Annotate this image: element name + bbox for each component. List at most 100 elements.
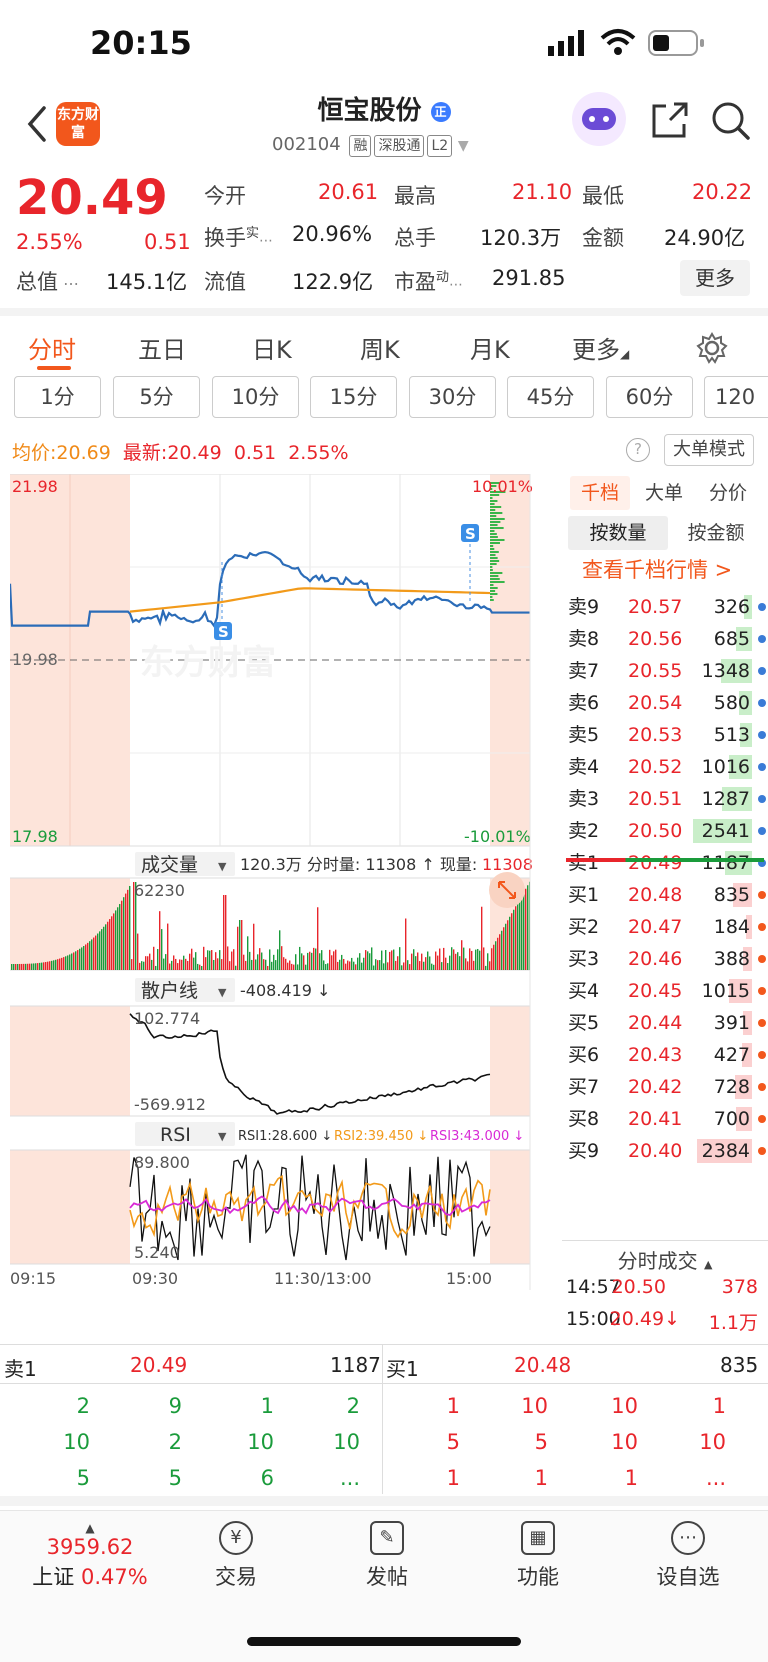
volume-bar xyxy=(275,960,277,970)
volume-bar xyxy=(287,962,289,970)
volume-bar xyxy=(243,954,245,970)
volume-bar xyxy=(479,950,481,970)
intraday-chart[interactable]: 东方财富 S S 21.98 19.98 17.98 10.01% -10.01… xyxy=(8,473,562,1324)
more-button[interactable]: 更多 xyxy=(680,260,750,296)
search-icon[interactable] xyxy=(710,100,752,142)
svg-text:S: S xyxy=(465,525,476,543)
big-order-mode-button[interactable]: 大单模式 xyxy=(664,434,754,466)
level-price: 20.43 xyxy=(628,1044,683,1066)
level-label: 买4 xyxy=(568,980,600,1002)
index-ticker[interactable]: ▲ 3959.62 上证 0.47% xyxy=(20,1521,160,1591)
svg-text:▼: ▼ xyxy=(218,860,227,873)
period-15min[interactable]: 15分 xyxy=(310,376,397,418)
robot-avatar-icon[interactable] xyxy=(572,92,626,146)
volume-bar xyxy=(53,960,55,970)
sell1-price: 20.49 xyxy=(130,1353,188,1377)
volume-bar xyxy=(447,963,449,970)
svg-text:▼: ▼ xyxy=(218,986,227,999)
volume-bar xyxy=(15,963,17,970)
view-1000-levels-link[interactable]: 查看千档行情 > xyxy=(582,554,732,584)
depth-bar xyxy=(490,542,500,544)
volume-bar xyxy=(357,957,359,970)
depth-bar xyxy=(490,545,494,547)
volume-bar xyxy=(273,954,275,970)
tab-monthly-k[interactable]: 月K xyxy=(470,330,510,365)
depth-bar xyxy=(490,599,494,601)
index-name: 上证 xyxy=(32,1565,75,1589)
volume-bar xyxy=(335,949,337,970)
tab-intraday[interactable]: 分时 xyxy=(28,330,76,365)
period-45min[interactable]: 45分 xyxy=(507,376,594,418)
volume-bar xyxy=(311,952,313,970)
signal-s-top-icon[interactable]: S xyxy=(461,524,479,543)
level-price: 20.54 xyxy=(628,692,683,714)
depth-bar xyxy=(490,521,501,523)
volume-bar xyxy=(117,907,119,970)
tab-daily-k[interactable]: 日K xyxy=(252,330,292,365)
tag-l2: L2 xyxy=(427,135,453,157)
tab-big-orders[interactable]: 大单 xyxy=(642,476,686,510)
volume-bar xyxy=(497,937,499,970)
help-icon[interactable]: ? xyxy=(626,438,650,462)
volume-label: 总手 xyxy=(394,226,436,250)
level-price: 20.42 xyxy=(628,1076,683,1098)
low-label: 最低 xyxy=(582,184,624,208)
period-120min[interactable]: 120分 xyxy=(704,376,768,418)
level-dot xyxy=(758,667,766,675)
nav-post[interactable]: ✎ 发帖 xyxy=(327,1521,447,1591)
period-1min[interactable]: 1分 xyxy=(14,376,101,418)
level-dot xyxy=(758,731,766,739)
level-volume: 427 xyxy=(713,1044,750,1066)
by-amount-tab[interactable]: 按金额 xyxy=(666,516,766,550)
index-value: 3959.62 xyxy=(46,1535,134,1559)
depth-bar xyxy=(490,536,498,538)
volume-bar xyxy=(169,963,171,970)
volume-bar xyxy=(457,952,459,970)
period-5min[interactable]: 5分 xyxy=(113,376,200,418)
period-60min[interactable]: 60分 xyxy=(606,376,693,418)
share-icon[interactable] xyxy=(650,100,690,140)
tab-more[interactable]: 更多◢ xyxy=(572,330,629,365)
volume-bar xyxy=(441,962,443,970)
sell1-label: 卖1 xyxy=(4,1357,37,1381)
volume-bar xyxy=(271,961,273,970)
amount-label: 金额 xyxy=(582,226,624,250)
settings-icon[interactable] xyxy=(696,332,728,364)
depth-bar xyxy=(490,518,505,520)
by-quantity-tab[interactable]: 按数量 xyxy=(568,516,668,550)
level-price: 20.44 xyxy=(628,1012,683,1034)
tab-price-dist[interactable]: 分价 xyxy=(706,476,750,510)
tab-5day[interactable]: 五日 xyxy=(138,330,186,365)
volume-bar xyxy=(327,963,329,970)
caret-down-icon[interactable]: ▼ xyxy=(458,138,469,154)
depth-bar xyxy=(490,548,495,550)
nav-trade[interactable]: ¥ 交易 xyxy=(176,1521,296,1591)
trades-title[interactable]: 分时成交 ▲ xyxy=(562,1240,768,1273)
sell1-volume: 1187 xyxy=(330,1353,381,1377)
queue-cell: 10 xyxy=(333,1430,360,1454)
nav-functions[interactable]: ▦ 功能 xyxy=(478,1521,598,1591)
volume-bar xyxy=(323,960,325,970)
volume-bar xyxy=(393,949,395,970)
level-price: 20.41 xyxy=(628,1108,683,1130)
period-10min[interactable]: 10分 xyxy=(212,376,299,418)
bid-row: 买6 20.43 427 xyxy=(568,1038,768,1072)
volume-bar xyxy=(295,954,297,970)
queue-cell: 1 xyxy=(624,1466,638,1490)
volume-bar xyxy=(51,960,53,970)
period-selector: 1分 5分 10分 15分 30分 45分 60分 120分 xyxy=(0,376,768,422)
volume-bar xyxy=(175,958,177,970)
period-30min[interactable]: 30分 xyxy=(409,376,496,418)
tab-1000-levels[interactable]: 千档 xyxy=(570,476,630,510)
volume-bar xyxy=(69,954,71,970)
nav-add-watchlist[interactable]: ⋯ 设自选 xyxy=(628,1521,748,1591)
volume-bar xyxy=(459,956,461,970)
signal-s-bottom-icon[interactable]: S xyxy=(214,622,232,641)
tab-weekly-k[interactable]: 周K xyxy=(360,330,400,365)
depth-bar xyxy=(490,539,505,541)
level-price: 20.51 xyxy=(628,788,683,810)
bid-row: 买1 20.48 835 xyxy=(568,878,768,912)
volume-bar xyxy=(461,940,463,970)
level-volume: 326 xyxy=(713,596,750,618)
depth-bar xyxy=(490,509,496,511)
